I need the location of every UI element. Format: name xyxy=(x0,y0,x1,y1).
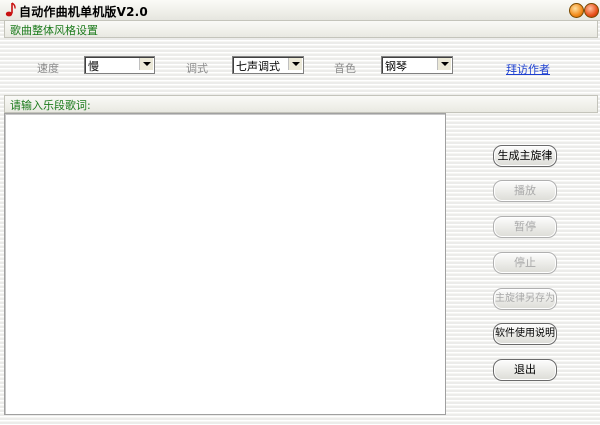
minimize-icon[interactable] xyxy=(569,3,584,18)
close-icon[interactable] xyxy=(584,3,599,18)
save-melody-as-button[interactable]: 主旋律另存为 xyxy=(493,288,557,310)
help-button[interactable]: 软件使用说明 xyxy=(493,323,557,345)
timbre-select[interactable]: 钢琴 xyxy=(381,56,453,74)
exit-button[interactable]: 退出 xyxy=(493,359,557,381)
visit-author-link[interactable]: 拜访作者 xyxy=(506,61,550,77)
mode-select[interactable]: 七声调式 xyxy=(232,56,304,74)
lyrics-section-title: 请输入乐段歌词: xyxy=(10,99,91,112)
title-bar[interactable]: 自动作曲机单机版V2.0 xyxy=(0,0,600,21)
speed-value: 慢 xyxy=(88,60,99,73)
pause-button[interactable]: 暂停 xyxy=(493,216,557,238)
chevron-down-icon[interactable] xyxy=(139,58,153,70)
style-section-title: 歌曲整体风格设置 xyxy=(10,24,98,37)
speed-select[interactable]: 慢 xyxy=(84,56,155,74)
stop-button[interactable]: 停止 xyxy=(493,252,557,274)
window-title: 自动作曲机单机版V2.0 xyxy=(19,5,148,19)
mode-value: 七声调式 xyxy=(236,60,280,73)
mode-label: 调式 xyxy=(186,62,208,75)
style-section-header: 歌曲整体风格设置 xyxy=(4,20,598,38)
lyrics-textarea[interactable] xyxy=(4,113,446,415)
generate-melody-button[interactable]: 生成主旋律 xyxy=(493,145,557,167)
chevron-down-icon[interactable] xyxy=(437,58,451,70)
music-note-icon xyxy=(5,2,16,17)
chevron-down-icon[interactable] xyxy=(288,58,302,70)
app-window: 自动作曲机单机版V2.0 歌曲整体风格设置 速度 慢 调式 七声调式 音色 钢琴… xyxy=(0,0,600,425)
lyrics-section-header: 请输入乐段歌词: xyxy=(4,95,598,113)
play-button[interactable]: 播放 xyxy=(493,180,557,202)
timbre-label: 音色 xyxy=(334,62,356,75)
timbre-value: 钢琴 xyxy=(385,60,407,73)
speed-label: 速度 xyxy=(37,62,59,75)
